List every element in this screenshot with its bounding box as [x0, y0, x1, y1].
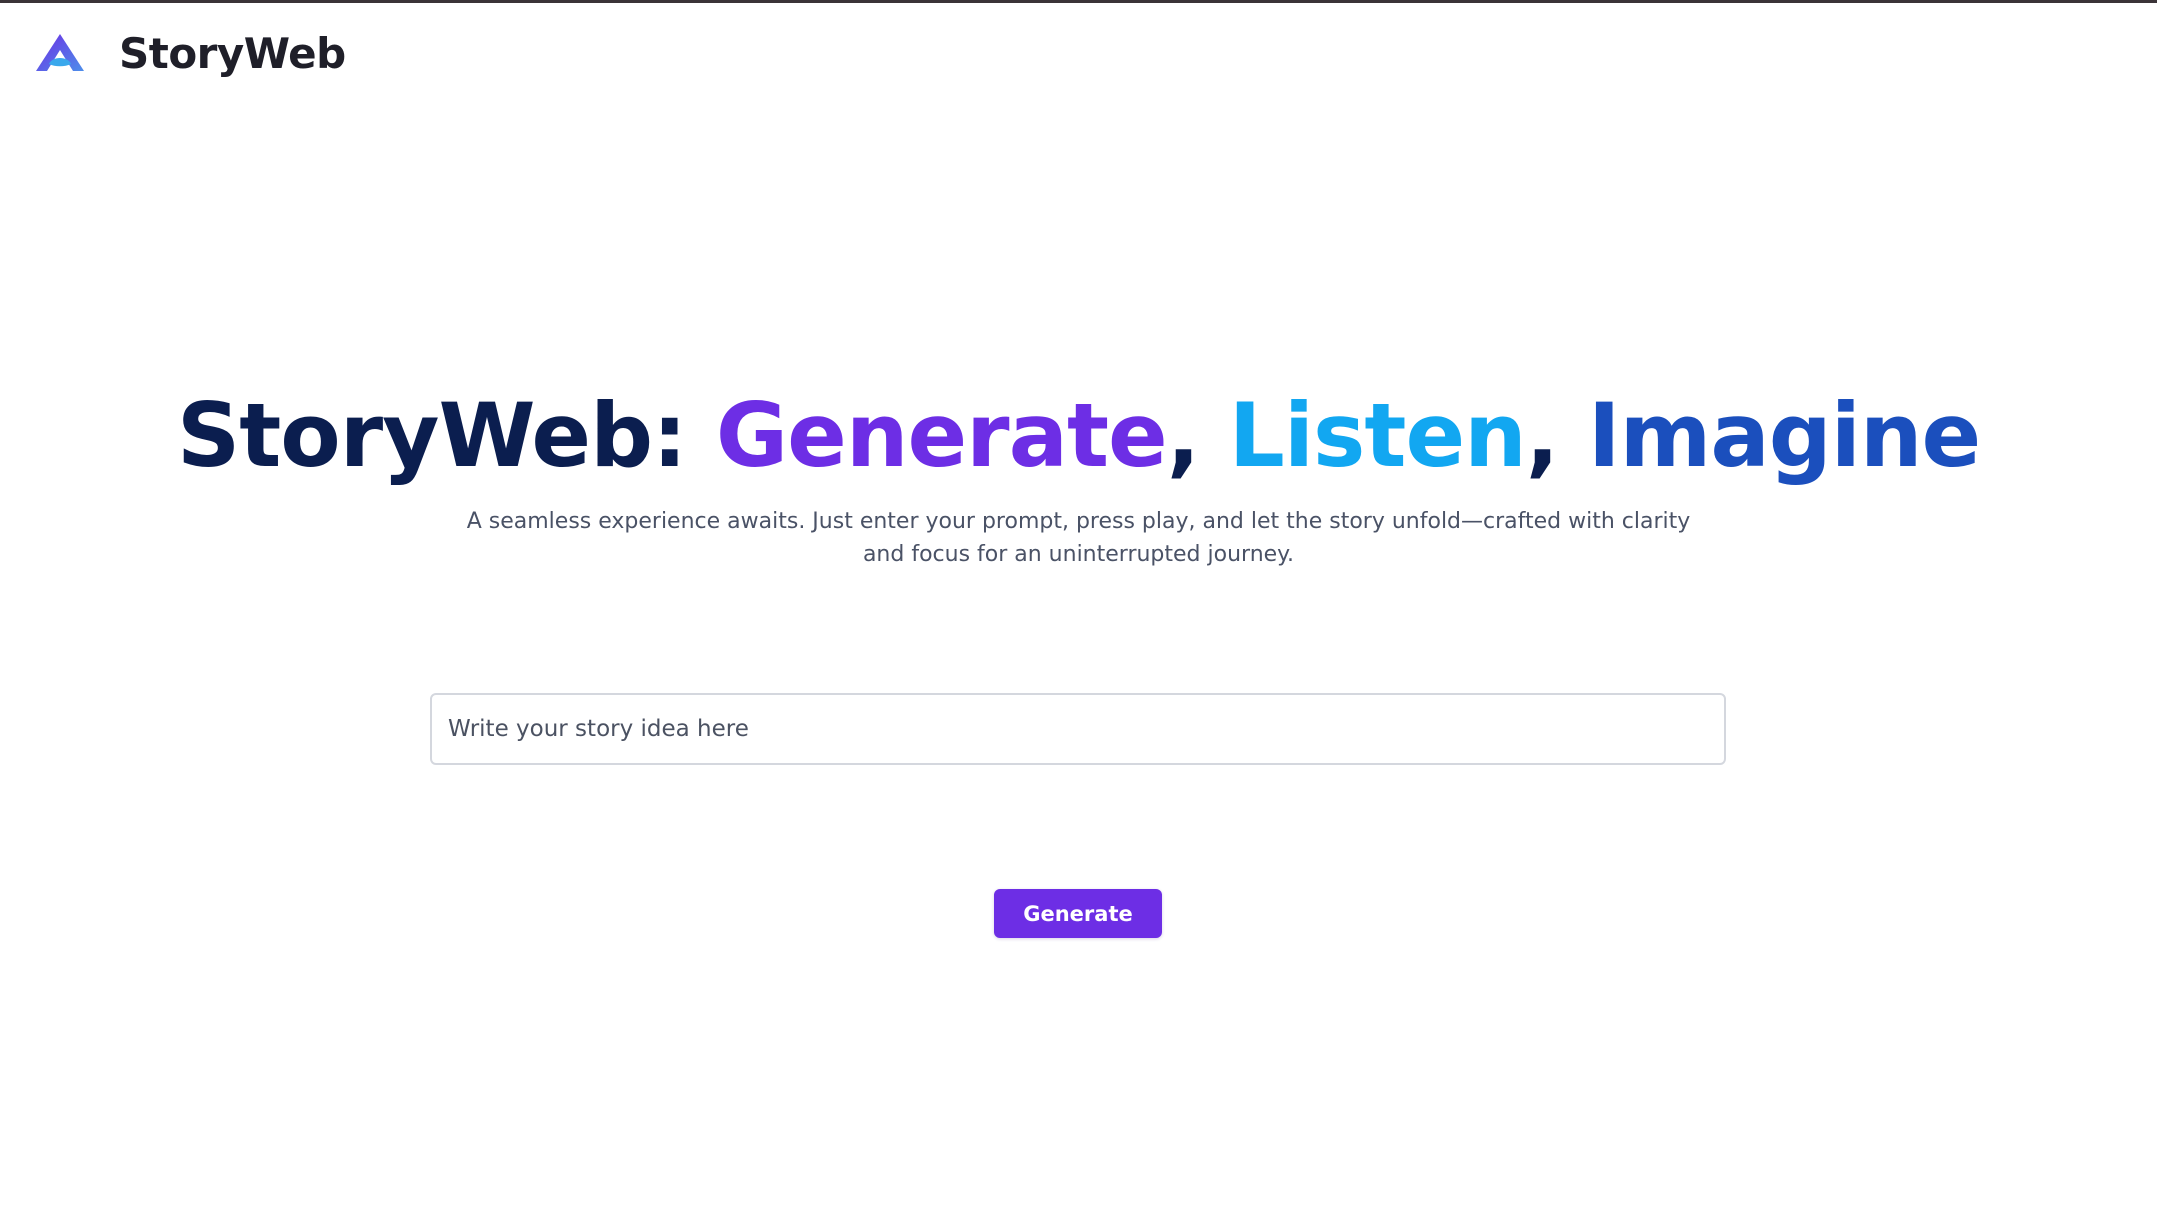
story-idea-input[interactable]: [430, 693, 1726, 765]
generate-button[interactable]: Generate: [994, 889, 1162, 938]
storyweb-page: StoryWeb StoryWeb: Generate, Listen, Ima…: [0, 0, 2157, 1232]
hero-subtitle: A seamless experience awaits. Just enter…: [466, 509, 1691, 567]
hero-title-listen: Listen: [1228, 384, 1527, 487]
app-name: StoryWeb: [119, 28, 346, 78]
storyweb-logo-icon: [36, 34, 84, 71]
hero-title-imagine: Imagine: [1587, 384, 1981, 487]
hero-title-prefix: StoryWeb:: [176, 384, 716, 487]
hero-section: StoryWeb: Generate, Listen, Imagine A se…: [0, 381, 2157, 571]
hero-title-separator-2: ,: [1525, 384, 1588, 487]
brand-header[interactable]: StoryWeb: [34, 23, 346, 83]
hero-title-generate: Generate: [715, 384, 1168, 487]
hero-title: StoryWeb: Generate, Listen, Imagine: [0, 381, 2157, 491]
hero-title-separator-1: ,: [1166, 384, 1229, 487]
